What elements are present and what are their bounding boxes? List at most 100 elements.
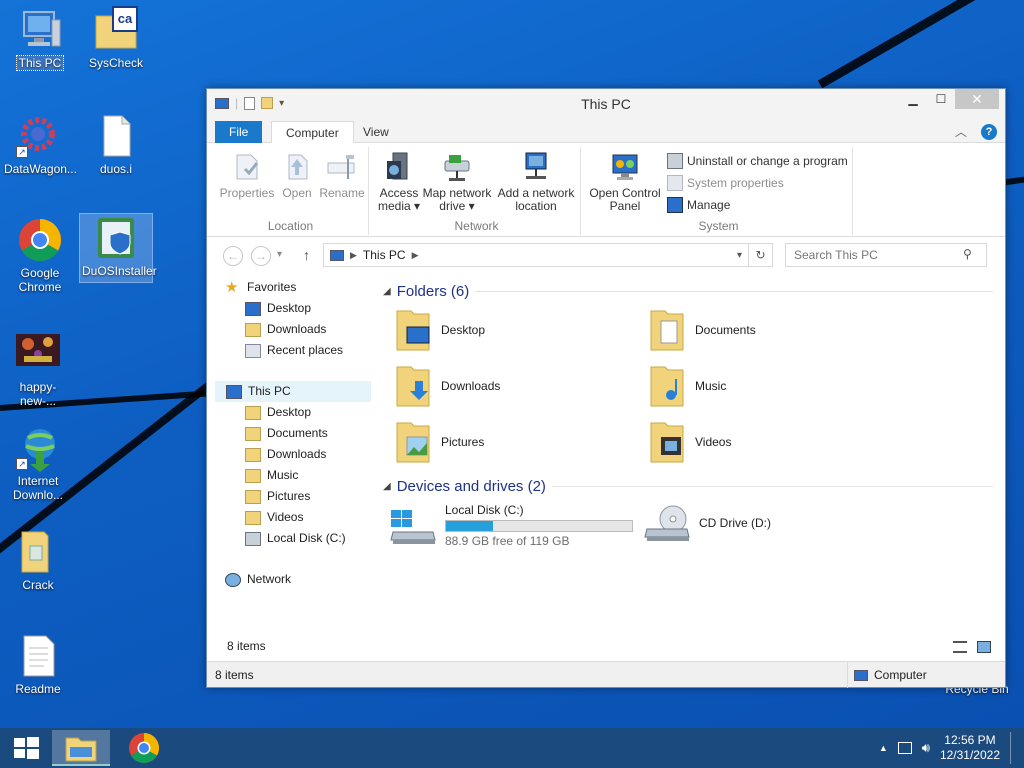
- group-header-devices[interactable]: ◢ Devices and drives (2): [383, 478, 993, 495]
- folder-item-downloads[interactable]: Downloads: [393, 363, 500, 409]
- properties-button[interactable]: Properties: [217, 151, 277, 200]
- drive-item-cd[interactable]: CD Drive (D:): [643, 503, 771, 543]
- nav-favorites[interactable]: ★ Favorites: [215, 277, 371, 298]
- desktop-icon-label: happy-new-...: [19, 380, 57, 408]
- forward-button[interactable]: →: [251, 246, 271, 266]
- desktop-icon-idm[interactable]: ↗ Internet Downlo...: [2, 424, 74, 502]
- desktop-icon-crack[interactable]: Crack: [2, 528, 74, 592]
- nav-network[interactable]: Network: [215, 569, 371, 590]
- nav-pc-pictures[interactable]: Pictures: [215, 486, 371, 507]
- nav-pc-desktop[interactable]: Desktop: [215, 402, 371, 423]
- desktop-icon: [245, 301, 261, 316]
- clock-time: 12:56 PM: [944, 733, 996, 747]
- nav-fav-desktop[interactable]: Desktop: [215, 298, 371, 319]
- open-control-panel-button[interactable]: Open Control Panel: [587, 151, 663, 213]
- close-button[interactable]: ✕: [955, 89, 999, 109]
- back-button[interactable]: ←: [223, 246, 243, 266]
- help-icon[interactable]: ?: [981, 123, 997, 140]
- folder-item-videos[interactable]: Videos: [647, 419, 731, 465]
- recent-places-icon: [245, 343, 261, 358]
- maximize-button[interactable]: ☐: [927, 89, 955, 109]
- divider: [551, 486, 993, 487]
- desktop-icon-label: Internet Downlo...: [12, 474, 64, 502]
- desktop-icon-readme[interactable]: Readme: [2, 632, 74, 696]
- breadcrumb-this-pc[interactable]: This PC: [363, 248, 406, 262]
- windows-drive-icon: [389, 506, 437, 546]
- desktop-icon-chrome[interactable]: Google Chrome: [4, 216, 76, 294]
- desktop-icon-happy-new[interactable]: happy-new-...: [2, 330, 74, 408]
- rename-button[interactable]: Rename: [319, 151, 365, 200]
- explorer-window[interactable]: | ▾ This PC ▁ ☐ ✕ File Computer View ︿ ?…: [206, 88, 1006, 688]
- media-server-icon: [383, 151, 415, 183]
- music-folder-icon: [647, 363, 687, 409]
- nav-pc-downloads[interactable]: Downloads: [215, 444, 371, 465]
- network-icon: [225, 572, 241, 587]
- ribbon: Properties Open Rename Location Access m…: [207, 143, 1005, 237]
- shortcut-arrow-icon: ↗: [16, 146, 28, 158]
- desktop-icon-syscheck[interactable]: ca SysCheck: [80, 6, 152, 70]
- tab-view[interactable]: View: [349, 121, 403, 143]
- text-file-icon: [14, 632, 62, 680]
- drive-item-local-disk[interactable]: Local Disk (C:) 88.9 GB free of 119 GB: [389, 503, 633, 548]
- desktop-icon-this-pc[interactable]: This PC: [4, 6, 76, 71]
- status-location: Computer: [847, 662, 997, 688]
- uninstall-program-button[interactable]: Uninstall or change a program: [667, 153, 848, 169]
- drive-free-space: 88.9 GB free of 119 GB: [445, 534, 570, 548]
- system-properties-icon: [667, 175, 683, 191]
- tab-file[interactable]: File: [215, 121, 263, 143]
- volume-icon[interactable]: 🔊︎: [922, 740, 930, 756]
- desktop-icon-label: DataWagon...: [4, 162, 77, 176]
- desktop-icon-duos[interactable]: duos.i: [80, 112, 152, 176]
- nav-this-pc[interactable]: This PC: [215, 381, 371, 402]
- folder-item-documents[interactable]: Documents: [647, 307, 756, 353]
- desktop-icon-label: Readme: [15, 682, 61, 696]
- nav-pc-videos[interactable]: Videos: [215, 507, 371, 528]
- open-button[interactable]: Open: [279, 151, 315, 200]
- minimize-button[interactable]: ▁: [899, 89, 927, 109]
- add-network-location-button[interactable]: Add a network location: [495, 151, 577, 213]
- nav-fav-downloads[interactable]: Downloads: [215, 319, 371, 340]
- rename-icon: [326, 151, 358, 183]
- show-hidden-icons-icon[interactable]: ▲: [879, 743, 888, 753]
- dropdown-arrow-icon: ▾: [414, 199, 421, 213]
- breadcrumb-separator-icon[interactable]: ▶: [412, 250, 419, 261]
- desktop-icon-duosinstaller[interactable]: DuOSInstaller: [79, 213, 157, 283]
- up-button[interactable]: ↑: [303, 247, 310, 263]
- address-dropdown-icon[interactable]: ▾: [737, 250, 742, 261]
- map-network-drive-button[interactable]: Map network drive ▾: [421, 151, 493, 213]
- search-icon[interactable]: ⚲: [963, 247, 972, 261]
- search-input[interactable]: Search This PC: [785, 243, 987, 267]
- collapse-arrow-icon: ◢: [383, 481, 391, 492]
- nav-pc-music[interactable]: Music: [215, 465, 371, 486]
- refresh-icon[interactable]: ↻: [748, 244, 772, 266]
- title-bar[interactable]: | ▾ This PC ▁ ☐ ✕: [207, 89, 1005, 119]
- folder-icon: [245, 468, 261, 483]
- clock[interactable]: 12:56 PM 12/31/2022: [940, 733, 1000, 763]
- system-properties-button[interactable]: System properties: [667, 175, 784, 191]
- nav-pc-documents[interactable]: Documents: [215, 423, 371, 444]
- folder-item-desktop[interactable]: Desktop: [393, 307, 485, 353]
- recent-locations-dropdown[interactable]: ▾: [277, 249, 282, 260]
- large-icons-view-icon[interactable]: [977, 641, 991, 653]
- access-media-button[interactable]: Access media ▾: [375, 151, 423, 213]
- address-bar[interactable]: ▶ This PC ▶ ▾ ↻: [323, 243, 773, 267]
- taskbar-file-explorer[interactable]: [52, 730, 110, 766]
- desktop-icon-datawagon[interactable]: ↗ DataWagon...: [2, 112, 77, 176]
- nav-pc-local-disk[interactable]: Local Disk (C:): [215, 528, 371, 549]
- tab-computer[interactable]: Computer: [271, 121, 354, 144]
- group-header-folders[interactable]: ◢ Folders (6): [383, 283, 993, 300]
- network-tray-icon[interactable]: [897, 742, 912, 754]
- manage-button[interactable]: Manage: [667, 197, 730, 213]
- start-button[interactable]: [8, 730, 44, 766]
- collapse-ribbon-icon[interactable]: ︿: [955, 123, 967, 140]
- folder-item-pictures[interactable]: Pictures: [393, 419, 484, 465]
- details-view-icon[interactable]: [953, 641, 967, 653]
- folder-item-music[interactable]: Music: [647, 363, 726, 409]
- downloads-icon: [245, 322, 261, 337]
- videos-folder-icon: [647, 419, 687, 465]
- show-desktop-button[interactable]: [1010, 732, 1014, 764]
- shortcut-arrow-icon: ↗: [16, 458, 28, 470]
- taskbar-chrome[interactable]: [122, 730, 166, 766]
- folder-icon: [245, 405, 261, 420]
- nav-fav-recent-places[interactable]: Recent places: [215, 340, 371, 361]
